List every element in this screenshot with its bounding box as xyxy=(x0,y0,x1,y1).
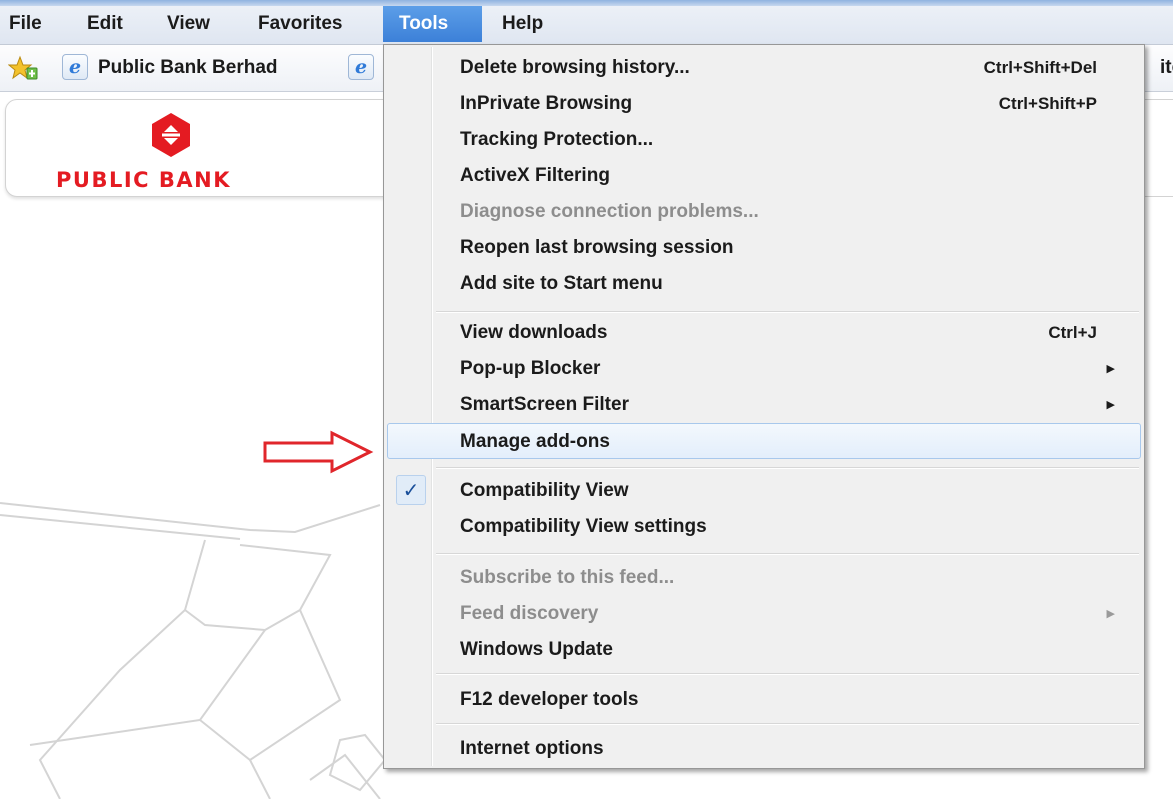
menu-item-label: Internet options xyxy=(460,738,604,759)
menu-item-label: Feed discovery xyxy=(460,603,599,624)
menu-item-compatibility-view-settings[interactable]: Compatibility View settings xyxy=(387,509,1141,545)
bank-logo-text: PUBLIC BANK xyxy=(56,168,231,192)
menu-item-reopen-last-session[interactable]: Reopen last browsing session xyxy=(387,230,1141,266)
ie-page-icon: e xyxy=(62,54,88,80)
menu-item-label: Delete browsing history... xyxy=(460,57,690,78)
menu-item-compatibility-view[interactable]: ✓ Compatibility View xyxy=(387,473,1141,509)
menu-item-view-downloads[interactable]: View downloads Ctrl+J xyxy=(387,315,1141,351)
menu-item-diagnose-connection-problems: Diagnose connection problems... xyxy=(387,194,1141,230)
menu-item-f12-developer-tools[interactable]: F12 developer tools xyxy=(387,682,1141,718)
menu-item-label: SmartScreen Filter xyxy=(460,394,629,415)
menu-item-label: Pop-up Blocker xyxy=(460,358,601,379)
menu-item-label: View downloads xyxy=(460,322,608,343)
favorites-bar-clipped-text: ite xyxy=(1160,57,1173,78)
menu-item-activex-filtering[interactable]: ActiveX Filtering xyxy=(387,158,1141,194)
menu-item-shortcut: Ctrl+Shift+Del xyxy=(983,58,1097,77)
menu-bar: File Edit View Favorites Tools Help xyxy=(0,0,1173,45)
menu-item-label: Windows Update xyxy=(460,639,613,660)
menu-item-label: Subscribe to this feed... xyxy=(460,567,675,588)
menu-separator xyxy=(436,673,1139,675)
menu-item-manage-add-ons[interactable]: Manage add-ons xyxy=(387,423,1141,459)
menu-item-inprivate-browsing[interactable]: InPrivate Browsing Ctrl+Shift+P xyxy=(387,86,1141,122)
menu-item-shortcut: Ctrl+J xyxy=(1048,323,1097,342)
menu-item-label: Diagnose connection problems... xyxy=(460,201,759,222)
menu-item-delete-browsing-history[interactable]: Delete browsing history... Ctrl+Shift+De… xyxy=(387,50,1141,86)
favorites-star-icon[interactable] xyxy=(8,55,38,81)
menu-tools[interactable]: Tools xyxy=(383,6,482,42)
checkmark-icon: ✓ xyxy=(396,475,426,505)
submenu-arrow-icon: ▶ xyxy=(1106,608,1115,620)
menu-file[interactable]: File xyxy=(0,6,51,42)
menu-item-windows-update[interactable]: Windows Update xyxy=(387,632,1141,668)
menu-item-label: Reopen last browsing session xyxy=(460,237,734,258)
menu-item-shortcut: Ctrl+Shift+P xyxy=(998,94,1097,113)
favorite-link-public-bank[interactable]: Public Bank Berhad xyxy=(98,54,278,82)
menu-item-tracking-protection[interactable]: Tracking Protection... xyxy=(387,122,1141,158)
ie-page-icon[interactable]: e xyxy=(348,54,374,80)
tools-dropdown-menu: Delete browsing history... Ctrl+Shift+De… xyxy=(383,44,1145,769)
menu-item-feed-discovery: Feed discovery ▶ xyxy=(387,596,1141,632)
menu-separator xyxy=(436,553,1139,555)
menu-item-popup-blocker[interactable]: Pop-up Blocker ▶ xyxy=(387,351,1141,387)
menu-separator xyxy=(436,723,1139,725)
menu-view[interactable]: View xyxy=(158,6,219,42)
menu-item-label: InPrivate Browsing xyxy=(460,93,633,114)
menu-item-subscribe-to-feed: Subscribe to this feed... xyxy=(387,560,1141,596)
menu-item-label: Compatibility View xyxy=(460,480,629,501)
menu-separator xyxy=(436,467,1139,469)
menu-item-label: Manage add-ons xyxy=(460,431,610,452)
menu-item-label: F12 developer tools xyxy=(460,689,639,710)
menu-item-add-site-to-start-menu[interactable]: Add site to Start menu xyxy=(387,266,1141,302)
menu-item-label: Compatibility View settings xyxy=(460,516,707,537)
public-bank-logo-icon xyxy=(152,113,190,157)
menu-separator xyxy=(436,311,1139,313)
menu-item-internet-options[interactable]: Internet options xyxy=(387,731,1141,767)
submenu-arrow-icon: ▶ xyxy=(1106,399,1115,411)
submenu-arrow-icon: ▶ xyxy=(1106,363,1115,375)
menu-favorites[interactable]: Favorites xyxy=(249,6,351,42)
menu-item-label: Tracking Protection... xyxy=(460,129,654,150)
menu-item-label: Add site to Start menu xyxy=(460,273,663,294)
menu-help[interactable]: Help xyxy=(493,6,552,42)
menu-item-smartscreen-filter[interactable]: SmartScreen Filter ▶ xyxy=(387,387,1141,423)
menu-edit[interactable]: Edit xyxy=(78,6,132,42)
annotation-arrow-icon xyxy=(263,430,374,474)
menu-item-label: ActiveX Filtering xyxy=(460,165,610,186)
